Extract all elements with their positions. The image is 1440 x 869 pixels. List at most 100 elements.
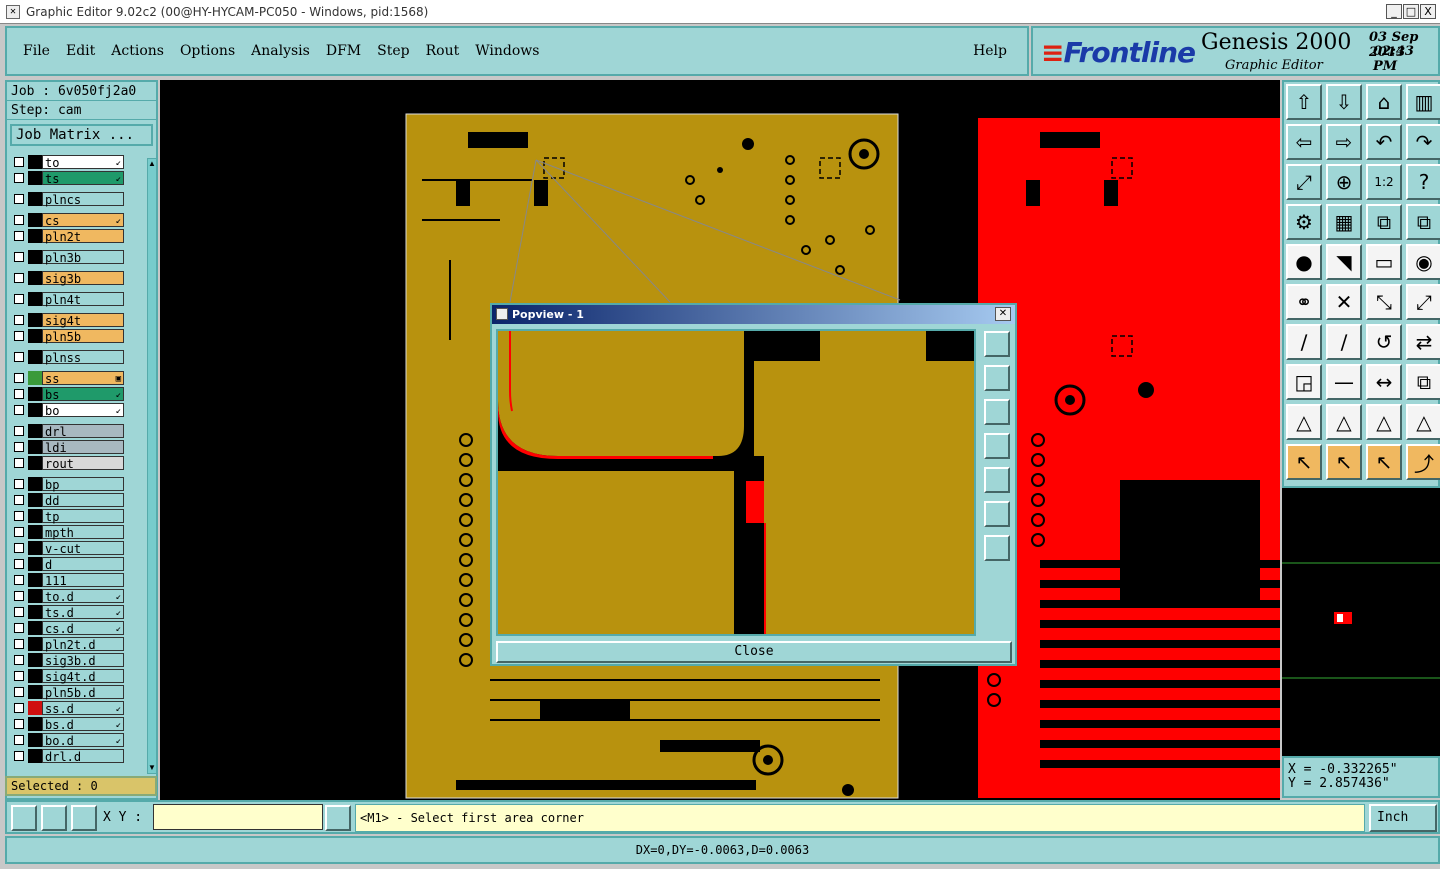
layer-toggle-icon[interactable]: ⧉: [1366, 204, 1402, 240]
menu-windows[interactable]: Windows: [475, 43, 539, 59]
triangle-2-icon[interactable]: △: [1326, 404, 1362, 440]
layer-checkbox[interactable]: [14, 686, 24, 697]
layer-checkbox[interactable]: [14, 172, 24, 183]
layer-checkbox[interactable]: [14, 734, 24, 745]
layer-name[interactable]: sig4t.d: [42, 668, 124, 684]
layer-checkbox[interactable]: [14, 441, 24, 452]
layer-color-swatch[interactable]: [28, 732, 42, 747]
unit-selector[interactable]: Inch: [1369, 804, 1437, 832]
popview-pan-down-button[interactable]: [984, 399, 1010, 425]
pad-move-icon[interactable]: ◲: [1286, 364, 1322, 400]
layer-row-pln5b[interactable]: pln5b: [10, 328, 132, 344]
menu-rout[interactable]: Rout: [426, 43, 460, 59]
layer-color-swatch[interactable]: [28, 423, 42, 438]
layer-name[interactable]: cs ↙: [42, 212, 124, 228]
layer-row-sig3b[interactable]: sig3b: [10, 270, 132, 286]
layer-name[interactable]: ts ↙: [42, 170, 124, 186]
layer-name[interactable]: pln2t.d: [42, 636, 124, 652]
layer-row-ss[interactable]: ss ▣: [10, 370, 132, 386]
route-icon[interactable]: ⤴: [1406, 444, 1440, 480]
popview-pan-up-button[interactable]: [984, 365, 1010, 391]
layer-checkbox[interactable]: [14, 558, 24, 569]
layer-color-swatch[interactable]: [28, 370, 42, 385]
menu-step[interactable]: Step: [377, 43, 409, 59]
layer-color-swatch[interactable]: [28, 492, 42, 507]
layer-color-swatch[interactable]: [28, 508, 42, 523]
layer-color-swatch[interactable]: [28, 312, 42, 327]
pointer-3-icon[interactable]: ↖: [1366, 444, 1402, 480]
layer-color-swatch[interactable]: [28, 604, 42, 619]
layer-row-pln5b-d[interactable]: pln5b.d: [10, 684, 132, 700]
triangle-4-icon[interactable]: △: [1406, 404, 1440, 440]
popview-titlebar[interactable]: Popview - 1 ✕: [492, 305, 1015, 324]
layer-checkbox[interactable]: [14, 654, 24, 665]
layer-color-swatch[interactable]: [28, 636, 42, 651]
rotate-icon[interactable]: ↺: [1366, 324, 1402, 360]
layer-color-swatch[interactable]: [28, 588, 42, 603]
split-line-icon[interactable]: ⤡: [1366, 284, 1402, 320]
layer-color-swatch[interactable]: [28, 556, 42, 571]
layer-row-plnss[interactable]: plnss: [10, 349, 132, 365]
layer-checkbox[interactable]: [14, 372, 24, 383]
layer-name[interactable]: pln3b: [42, 249, 124, 265]
layer-checkbox[interactable]: [14, 590, 24, 601]
layer-name[interactable]: d: [42, 556, 124, 572]
layer-color-swatch[interactable]: [28, 652, 42, 667]
layer-color-swatch[interactable]: [28, 402, 42, 417]
layer-checkbox[interactable]: [14, 193, 24, 204]
layer-name[interactable]: to.d ↙: [42, 588, 124, 604]
grid-icon[interactable]: ▦: [1326, 204, 1362, 240]
menu-file[interactable]: File: [23, 43, 50, 59]
layer-color-swatch[interactable]: [28, 716, 42, 731]
layer-color-swatch[interactable]: [28, 540, 42, 555]
layer-scrollbar[interactable]: ▲ ▼: [147, 158, 157, 774]
layer-color-swatch[interactable]: [28, 228, 42, 243]
menu-analysis[interactable]: Analysis: [251, 43, 310, 59]
layer-checkbox[interactable]: [14, 272, 24, 283]
layer-checkbox[interactable]: [14, 330, 24, 341]
snap-icon[interactable]: [11, 805, 37, 831]
home-icon[interactable]: ⌂: [1366, 84, 1402, 120]
layer-checkbox[interactable]: [14, 351, 24, 362]
popview-pan-left-button[interactable]: [984, 433, 1010, 459]
layer-name[interactable]: bo ↙: [42, 402, 124, 418]
layer-checkbox[interactable]: [14, 388, 24, 399]
layer-row-ts[interactable]: ts ↙: [10, 170, 132, 186]
line-draw-2-icon[interactable]: ∕: [1326, 324, 1362, 360]
layer-color-swatch[interactable]: [28, 349, 42, 364]
layer-row-v-cut[interactable]: v-cut: [10, 540, 132, 556]
split-view-icon[interactable]: ▥: [1406, 84, 1440, 120]
layer-name[interactable]: bp: [42, 476, 124, 492]
layer-color-swatch[interactable]: [28, 748, 42, 763]
connect-icon[interactable]: ⚭: [1286, 284, 1322, 320]
layer-checkbox[interactable]: [14, 251, 24, 262]
select-pad-icon[interactable]: ●: [1286, 244, 1322, 280]
layer-name[interactable]: tp: [42, 508, 124, 524]
help-icon[interactable]: ?: [1406, 164, 1440, 200]
zoom-fit-icon[interactable]: ⤢: [1286, 164, 1322, 200]
layer-row-bo[interactable]: bo ↙: [10, 402, 132, 418]
layer-row-mpth[interactable]: mpth: [10, 524, 132, 540]
layer-color-swatch[interactable]: [28, 212, 42, 227]
pan-left-icon[interactable]: ⇦: [1286, 124, 1322, 160]
scroll-down-icon[interactable]: ▼: [148, 763, 156, 773]
layer-name[interactable]: ss ▣: [42, 370, 124, 386]
layer-checkbox[interactable]: [14, 293, 24, 304]
layer-color-swatch[interactable]: [28, 700, 42, 715]
close-window-button[interactable]: X: [1420, 4, 1436, 19]
layer-color-swatch[interactable]: [28, 191, 42, 206]
layer-name[interactable]: v-cut: [42, 540, 124, 556]
popview-zoom-area[interactable]: [496, 329, 976, 636]
layer-color-swatch[interactable]: [28, 572, 42, 587]
layer-checkbox[interactable]: [14, 404, 24, 415]
layer-color-swatch[interactable]: [28, 439, 42, 454]
layer-row-pln4t[interactable]: pln4t: [10, 291, 132, 307]
layer-color-swatch[interactable]: [28, 270, 42, 285]
popview-pan-right-button[interactable]: [984, 467, 1010, 493]
layer-name[interactable]: drl.d: [42, 748, 124, 764]
xy-input[interactable]: [153, 804, 323, 830]
popview-zoom-out-button[interactable]: [984, 535, 1010, 561]
cross-icon[interactable]: ✕: [1326, 284, 1362, 320]
layer-name[interactable]: pln5b.d: [42, 684, 124, 700]
layer-row-bp[interactable]: bp: [10, 476, 132, 492]
